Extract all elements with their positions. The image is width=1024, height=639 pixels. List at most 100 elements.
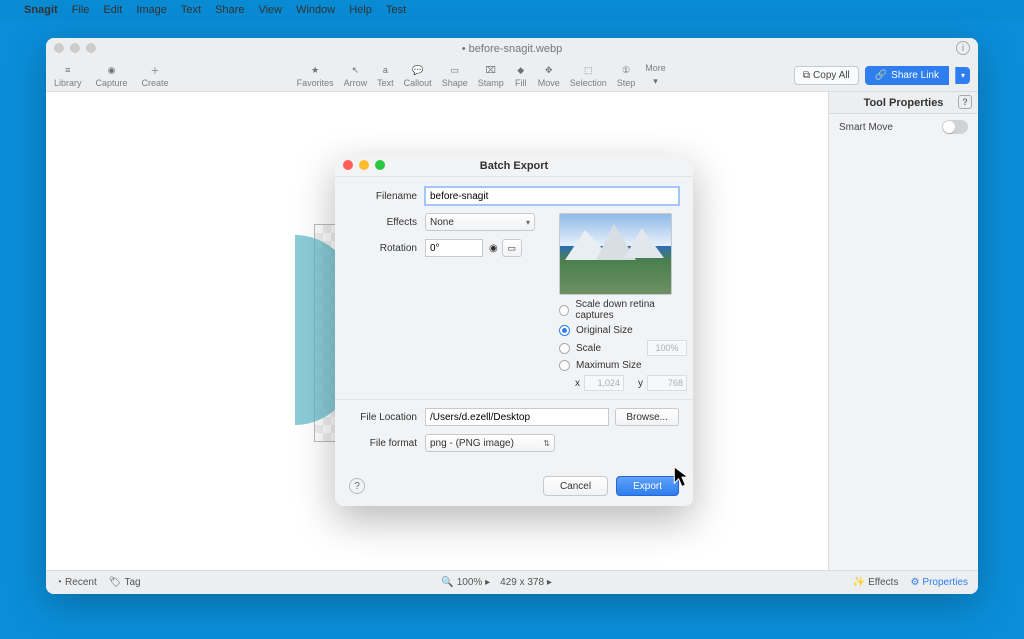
dialog-title: Batch Export — [480, 160, 548, 172]
close-icon[interactable] — [54, 43, 64, 53]
properties-button[interactable]: ⚙Properties — [910, 577, 968, 588]
original-size-radio[interactable] — [559, 325, 570, 336]
text-label: Text — [377, 78, 394, 88]
menu-file[interactable]: File — [72, 4, 90, 16]
tag-label: Tag — [124, 577, 140, 588]
minimize-icon[interactable] — [70, 43, 80, 53]
dim-y-input[interactable] — [647, 375, 687, 391]
fill-tool[interactable]: ◆Fill — [514, 63, 528, 88]
share-link-button[interactable]: 🔗Share Link — [865, 66, 949, 85]
effects-button[interactable]: ✨Effects — [853, 577, 899, 588]
rotation-label: Rotation — [349, 243, 425, 254]
menu-edit[interactable]: Edit — [103, 4, 122, 16]
menu-image[interactable]: Image — [136, 4, 167, 16]
file-location-label: File Location — [349, 412, 425, 423]
dialog-zoom-icon[interactable] — [375, 160, 385, 170]
dialog-minimize-icon[interactable] — [359, 160, 369, 170]
cancel-button[interactable]: Cancel — [543, 476, 608, 496]
menu-text[interactable]: Text — [181, 4, 201, 16]
move-label: Move — [538, 78, 560, 88]
smart-move-toggle[interactable] — [942, 120, 968, 134]
menu-app-name[interactable]: Snagit — [24, 4, 58, 16]
move-tool[interactable]: ✥Move — [538, 63, 560, 88]
statusbar: ◔Recent 🏷Tag 🔍 100% ▸ 429 x 378 ▸ ✨Effect… — [46, 570, 978, 594]
create-label: Create — [142, 78, 169, 88]
selection-tool[interactable]: ⬚Selection — [570, 63, 607, 88]
dialog-traffic-lights — [343, 160, 385, 170]
file-format-label: File format — [349, 438, 425, 449]
capture-icon: ◉ — [105, 63, 119, 77]
chevron-down-icon: ▾ — [526, 218, 530, 227]
more-label: More — [645, 63, 666, 73]
max-size-label: Maximum Size — [576, 360, 642, 371]
export-button[interactable]: Export — [616, 476, 679, 496]
scale-retina-radio[interactable] — [559, 305, 569, 316]
dim-x-input[interactable] — [584, 375, 624, 391]
step-tool[interactable]: ①Step — [617, 63, 636, 88]
dimensions-control[interactable]: 429 x 378 ▸ — [500, 577, 552, 588]
shape-label: Shape — [442, 78, 468, 88]
browse-button[interactable]: Browse... — [615, 408, 679, 426]
smart-move-label: Smart Move — [839, 122, 893, 133]
stamp-icon: ⌧ — [484, 63, 498, 77]
shape-icon: ▭ — [448, 63, 462, 77]
rotation-preset-button[interactable]: ▭ — [502, 239, 522, 257]
scale-retina-label: Scale down retina captures — [575, 299, 687, 321]
filename-label: Filename — [349, 191, 425, 202]
original-size-label: Original Size — [576, 325, 633, 336]
dim-y-label: y — [638, 378, 643, 389]
menu-test[interactable]: Test — [386, 4, 406, 16]
max-size-radio[interactable] — [559, 360, 570, 371]
capture-button[interactable]: ◉Capture — [96, 63, 128, 88]
arrow-icon: ↖ — [348, 63, 362, 77]
star-icon: ★ — [308, 63, 322, 77]
properties-panel-header: Tool Properties ? — [829, 92, 978, 114]
help-icon[interactable]: ? — [958, 95, 972, 109]
filename-input[interactable] — [425, 187, 679, 205]
recent-button[interactable]: ◔Recent — [56, 577, 97, 588]
selection-label: Selection — [570, 78, 607, 88]
share-dropdown-button[interactable]: ▾ — [955, 67, 970, 84]
callout-tool[interactable]: 💬Callout — [404, 63, 432, 88]
batch-export-dialog: Batch Export Filename Effects None ▾ Rot… — [335, 155, 693, 506]
menu-view[interactable]: View — [258, 4, 282, 16]
properties-panel-title: Tool Properties — [864, 97, 944, 109]
rotation-dial-icon[interactable]: ◉ — [489, 243, 498, 254]
file-location-input[interactable] — [425, 408, 609, 426]
tag-button[interactable]: 🏷Tag — [109, 577, 141, 588]
text-icon: a — [378, 63, 392, 77]
traffic-lights — [54, 43, 96, 53]
menu-share[interactable]: Share — [215, 4, 244, 16]
dialog-help-button[interactable]: ? — [349, 478, 365, 494]
dialog-close-icon[interactable] — [343, 160, 353, 170]
menu-window[interactable]: Window — [296, 4, 335, 16]
window-titlebar: • before-snagit.webp i — [46, 38, 978, 60]
stamp-tool[interactable]: ⌧Stamp — [478, 63, 504, 88]
scale-percent-input[interactable] — [647, 340, 687, 356]
search-icon: 🔍 — [441, 577, 453, 588]
rotation-input[interactable] — [425, 239, 483, 257]
share-link-label: Share Link — [891, 70, 939, 81]
zoom-icon[interactable] — [86, 43, 96, 53]
more-tools-button[interactable]: More▾ — [645, 63, 666, 88]
file-format-select[interactable]: png - (PNG image) ⇅ — [425, 434, 555, 452]
create-button[interactable]: ＋Create — [142, 63, 169, 88]
copy-all-button[interactable]: ⧉Copy All — [794, 66, 859, 85]
zoom-control[interactable]: 🔍 100% ▸ — [441, 577, 490, 588]
preview-image — [559, 213, 672, 295]
scale-radio[interactable] — [559, 343, 570, 354]
scale-label: Scale — [576, 343, 641, 354]
arrow-label: Arrow — [344, 78, 368, 88]
arrow-tool[interactable]: ↖Arrow — [344, 63, 368, 88]
copy-icon: ⧉ — [803, 70, 810, 81]
favorites-tool[interactable]: ★Favorites — [297, 63, 334, 88]
info-button[interactable]: i — [956, 41, 970, 55]
menu-help[interactable]: Help — [349, 4, 372, 16]
stamp-label: Stamp — [478, 78, 504, 88]
zoom-value: 100% ▸ — [457, 577, 490, 588]
text-tool[interactable]: aText — [377, 63, 394, 88]
selection-icon: ⬚ — [581, 63, 595, 77]
library-button[interactable]: ≡Library — [54, 63, 82, 88]
shape-tool[interactable]: ▭Shape — [442, 63, 468, 88]
effects-select[interactable]: None ▾ — [425, 213, 535, 231]
